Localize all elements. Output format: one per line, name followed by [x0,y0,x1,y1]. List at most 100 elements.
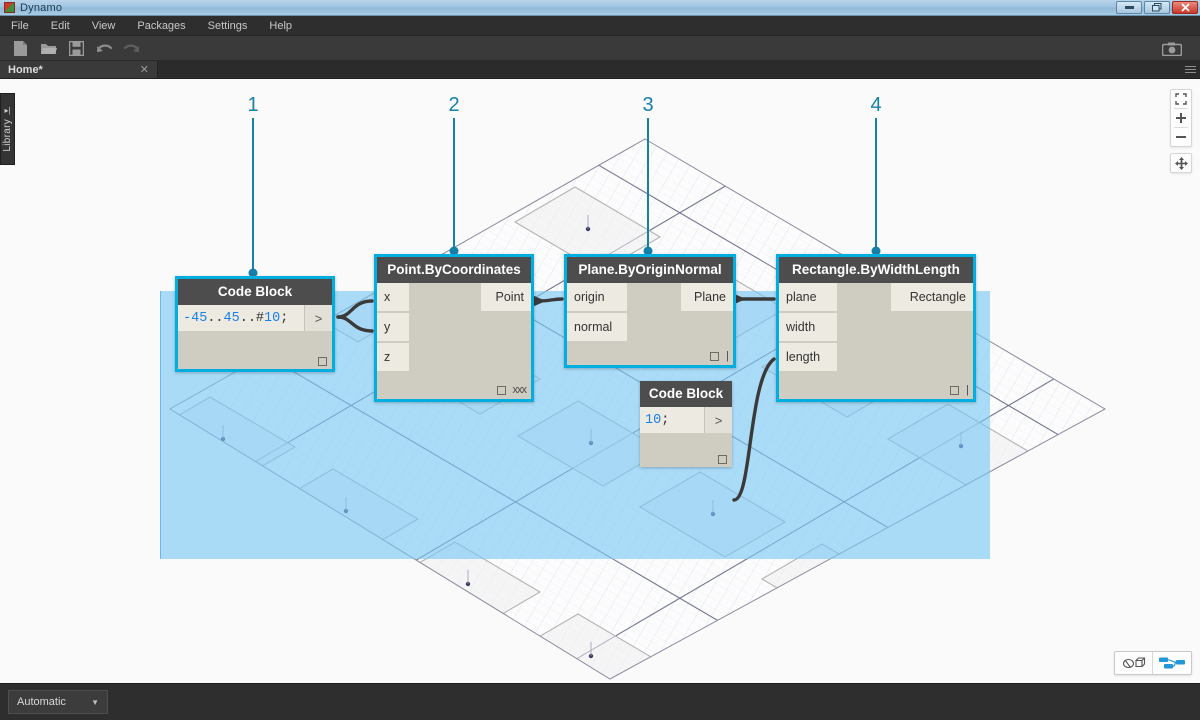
code-token-number: -45 [183,311,207,326]
restore-button[interactable] [1144,1,1170,14]
workspace-canvas[interactable]: 1 2 3 4 Code Block -45..45..#10; > [0,79,1200,683]
preview-checkbox[interactable] [718,455,727,464]
node-title: Rectangle.ByWidthLength [779,257,973,283]
lacing-indicator[interactable]: xxx [513,384,527,396]
output-port[interactable]: > [304,305,332,331]
tab-bar-empty [158,61,1184,78]
graph-view-icon[interactable] [1153,652,1191,674]
callout-leader-line [252,118,254,273]
input-port-length[interactable]: length [779,343,837,371]
dynamo-logo-icon [4,2,15,13]
camera-icon[interactable] [1160,39,1184,59]
code-token-semicolon: ; [280,311,288,326]
code-token-number: 10 [645,413,661,428]
node-point-bycoordinates[interactable]: Point.ByCoordinates x y z Point xxx [374,254,534,402]
node-body: plane width length Rectangle | [779,283,973,399]
library-panel-tab[interactable]: ▸| Library [0,93,15,165]
node-body: x y z Point xxx [377,283,531,399]
node-title: Plane.ByOriginNormal [567,257,733,283]
node-title: Point.ByCoordinates [377,257,531,283]
view-mode-toggles [1114,651,1192,675]
title-bar: Dynamo [0,0,1200,16]
node-title: Code Block [640,381,732,407]
code-token-range: .. [207,311,223,326]
node-code-block-1[interactable]: Code Block -45..45..#10; > [175,276,335,372]
chevron-down-icon: ▼ [91,698,99,707]
code-block-editor-row[interactable]: -45..45..#10; > [178,305,332,331]
run-mode-label: Automatic [17,696,66,708]
code-block-editor-row[interactable]: 10; > [640,407,732,433]
pan-control-group [1170,153,1192,173]
node-footer [718,455,727,464]
input-port-z[interactable]: z [377,343,409,371]
preview-checkbox[interactable] [710,352,719,361]
tool-bar [0,37,1200,61]
callout-leader-line [875,118,877,251]
library-label: Library [2,119,13,152]
preview-checkbox[interactable] [950,386,959,395]
output-port-point[interactable]: Point [481,283,531,311]
preview-checkbox[interactable] [497,386,506,395]
new-file-icon[interactable] [8,39,32,59]
output-port-plane[interactable]: Plane [681,283,733,311]
menu-item-view[interactable]: View [81,16,127,36]
3d-preview-icon[interactable] [1115,652,1153,674]
node-rectangle-bywidthlength[interactable]: Rectangle.ByWidthLength plane width leng… [776,254,976,402]
zoom-out-icon[interactable] [1171,128,1191,146]
code-token-range: ..# [240,311,264,326]
minimize-button[interactable] [1116,1,1142,14]
callout-leader-line [453,118,455,251]
input-port-width[interactable]: width [779,313,837,341]
node-footer: | [710,350,728,362]
input-port-y[interactable]: y [377,313,409,341]
zoom-to-fit-icon[interactable] [1171,90,1191,108]
code-block-input[interactable]: 10; [640,407,704,433]
redo-icon[interactable] [120,39,144,59]
zoom-in-icon[interactable] [1171,109,1191,127]
node-body: origin normal Plane | [567,283,733,365]
node-plane-byoriginnormal[interactable]: Plane.ByOriginNormal origin normal Plane… [564,254,736,368]
expand-arrow-icon: ▸| [4,106,10,115]
menu-item-settings[interactable]: Settings [197,16,259,36]
node-footer: | [950,384,968,396]
node-footer [318,357,327,366]
output-port-rectangle[interactable]: Rectangle [891,283,973,311]
window-title: Dynamo [20,2,62,14]
menu-item-packages[interactable]: Packages [126,16,196,36]
node-footer: xxx [497,384,527,396]
close-icon[interactable]: ✕ [140,63,149,76]
input-port-x[interactable]: x [377,283,409,311]
status-bar: Automatic ▼ [0,683,1200,720]
menu-item-edit[interactable]: Edit [40,16,81,36]
callout-number: 4 [870,94,881,117]
tab-menu-icon[interactable] [1184,61,1200,78]
lacing-indicator[interactable]: | [966,384,968,396]
tab-label: Home* [8,64,43,76]
code-token-semicolon: ; [661,413,669,428]
run-mode-dropdown[interactable]: Automatic ▼ [8,690,108,714]
toolbar-right-group [1160,39,1188,59]
open-folder-icon[interactable] [36,39,60,59]
input-port-origin[interactable]: origin [567,283,627,311]
undo-icon[interactable] [92,39,116,59]
code-block-input[interactable]: -45..45..#10; [178,305,304,331]
pan-icon[interactable] [1171,154,1191,172]
code-token-number: 45 [224,311,240,326]
save-icon[interactable] [64,39,88,59]
node-body: 10; > [640,407,732,467]
node-code-block-2[interactable]: Code Block 10; > [640,381,732,467]
output-port[interactable]: > [704,407,732,433]
preview-checkbox[interactable] [318,357,327,366]
menu-item-help[interactable]: Help [258,16,303,36]
tab-home[interactable]: Home* ✕ [0,61,158,78]
lacing-indicator[interactable]: | [726,350,728,362]
close-button[interactable] [1172,1,1198,14]
input-port-plane[interactable]: plane [779,283,837,311]
tab-bar: Home* ✕ [0,61,1200,79]
input-port-normal[interactable]: normal [567,313,627,341]
code-token-number: 10 [264,311,280,326]
node-title: Code Block [178,279,332,305]
menu-item-file[interactable]: File [0,16,40,36]
callout-leader-line [647,118,649,251]
dynamo-window: Dynamo File Edit View Packages Settings … [0,0,1200,720]
